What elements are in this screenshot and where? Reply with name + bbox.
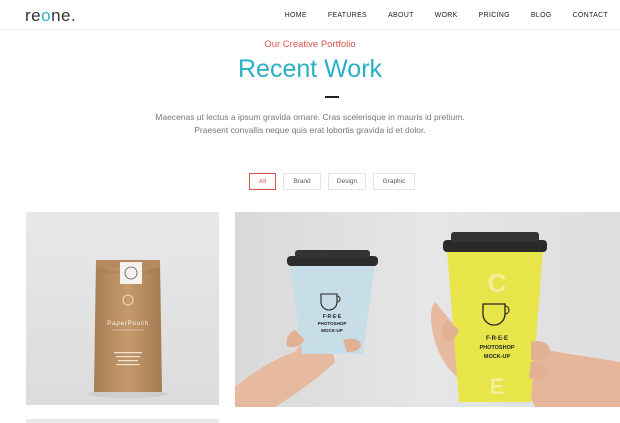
section-subtitle: Our Creative Portfolio: [264, 39, 356, 50]
right-cup-text-1: F·R·E·E: [486, 336, 508, 342]
svg-text:C: C: [488, 268, 507, 298]
filter-all-button[interactable]: All: [249, 173, 276, 190]
nav-features[interactable]: FEATURES: [328, 12, 367, 19]
logo-text-accent: o: [41, 6, 52, 25]
nav-pricing[interactable]: PRICING: [479, 12, 510, 19]
portfolio-item-cups[interactable]: F·R·E·E PHOTOSHOP MOCK-UP C F·R·E·E PHOT…: [235, 212, 620, 407]
site-header: reone. HOME FEATURES ABOUT WORK PRICING …: [0, 0, 620, 30]
nav-blog[interactable]: BLOG: [531, 12, 552, 19]
main-nav: HOME FEATURES ABOUT WORK PRICING BLOG CO…: [264, 0, 608, 30]
section-title: Recent Work: [237, 55, 383, 83]
nav-home[interactable]: HOME: [285, 12, 307, 19]
filter-design-button[interactable]: Design: [328, 173, 366, 190]
section-description: Maecenas ut lectus a ipsum gravida ornar…: [0, 111, 620, 137]
pouch-brand-text: PaperPouch: [107, 320, 149, 327]
left-cup-text-3: MOCK-UP: [321, 328, 343, 333]
filter-graphic-button[interactable]: Graphic: [373, 173, 415, 190]
right-cup-text-2: PHOTOSHOP: [479, 345, 514, 351]
portfolio-item-pouch[interactable]: PaperPouch: [26, 212, 219, 405]
nav-contact[interactable]: CONTACT: [573, 12, 608, 19]
portfolio-filters: All Brand Design Graphic: [249, 173, 422, 190]
portfolio-item-next[interactable]: [26, 419, 219, 423]
nav-about[interactable]: ABOUT: [388, 12, 414, 19]
left-cup-text-2: PHOTOSHOP: [318, 321, 347, 326]
right-cup-text-3: MOCK-UP: [484, 354, 511, 360]
title-divider: [325, 96, 339, 98]
svg-text:E: E: [490, 374, 505, 399]
site-logo[interactable]: reone.: [25, 6, 76, 26]
cups-image: F·R·E·E PHOTOSHOP MOCK-UP C F·R·E·E PHOT…: [235, 232, 620, 407]
left-cup-text-1: F·R·E·E: [323, 314, 342, 320]
logo-text-prefix: re: [25, 6, 42, 25]
logo-text-suffix: ne.: [51, 6, 77, 25]
nav-work[interactable]: WORK: [435, 12, 458, 19]
description-line-2: Praesent convallis neque quis erat lobor…: [194, 125, 426, 135]
filter-brand-button[interactable]: Brand: [283, 173, 321, 190]
pouch-image: PaperPouch: [88, 260, 168, 398]
description-line-1: Maecenas ut lectus a ipsum gravida ornar…: [155, 112, 465, 122]
